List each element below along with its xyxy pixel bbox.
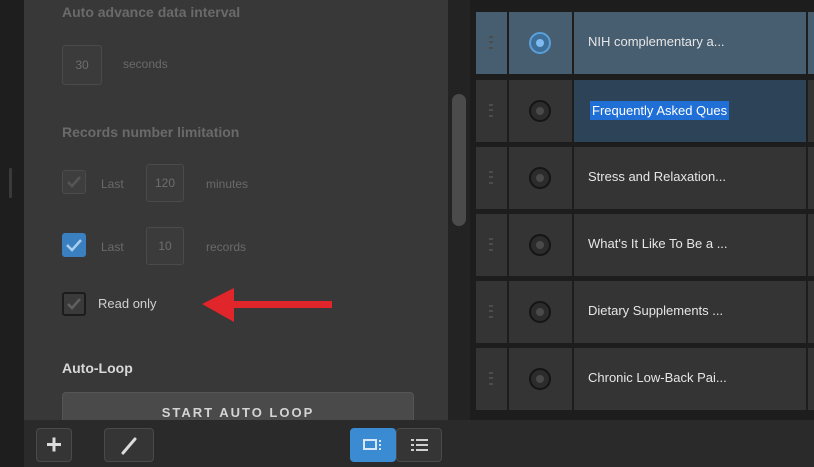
table-row[interactable]: Chronic Low-Back Pai... <box>470 348 814 410</box>
read-only-label: Read only <box>98 296 157 311</box>
radio-dot <box>536 174 544 182</box>
playlist-grid: NIH complementary a... Frequently Asked … <box>470 0 814 420</box>
last-minutes-checkbox[interactable] <box>62 170 86 194</box>
row-title-cell[interactable]: NIH complementary a... <box>574 12 806 74</box>
row-title: Chronic Low-Back Pai... <box>588 370 727 385</box>
row-title: NIH complementary a... <box>588 34 725 49</box>
row-title: Frequently Asked Ques <box>592 103 728 118</box>
radio-dot <box>536 375 544 383</box>
drag-handle[interactable] <box>476 147 507 209</box>
row-radio-cell[interactable] <box>509 281 572 343</box>
row-radio-cell[interactable] <box>509 12 572 74</box>
row-end-cell <box>808 281 814 343</box>
bottom-toolbar <box>24 420 814 467</box>
drag-handle[interactable] <box>476 281 507 343</box>
last-records-checkbox[interactable] <box>62 233 86 257</box>
drag-handle[interactable] <box>476 214 507 276</box>
table-row[interactable]: Dietary Supplements ... <box>470 281 814 343</box>
row-radio-cell[interactable] <box>509 214 572 276</box>
radio-dot <box>536 39 544 47</box>
grip-icon <box>489 305 493 318</box>
radio-dot <box>536 107 544 115</box>
drag-handle[interactable] <box>476 80 507 142</box>
scrollbar-thumb[interactable] <box>452 94 466 226</box>
interval-unit-label: seconds <box>123 57 168 71</box>
last-records-prefix: Last <box>101 240 124 254</box>
grip-icon <box>489 372 493 385</box>
drag-handle[interactable] <box>476 348 507 410</box>
table-row[interactable]: Frequently Asked Ques <box>470 80 814 142</box>
last-records-input[interactable]: 10 <box>146 227 184 265</box>
last-minutes-unit: minutes <box>206 177 249 191</box>
grid-view-button[interactable] <box>350 428 396 462</box>
row-radio-cell[interactable] <box>509 147 572 209</box>
grip-icon <box>489 171 493 184</box>
list-view-icon <box>411 439 428 451</box>
checkmark-icon <box>66 239 82 252</box>
read-only-checkbox[interactable] <box>62 292 86 316</box>
row-title-cell[interactable]: Dietary Supplements ... <box>574 281 806 343</box>
radio-icon[interactable] <box>529 100 551 122</box>
radio-selected-icon[interactable] <box>529 32 551 54</box>
grip-icon <box>489 238 493 251</box>
last-minutes-input[interactable]: 120 <box>146 164 184 202</box>
edit-button[interactable] <box>104 428 154 462</box>
interval-input[interactable]: 30 <box>62 45 102 85</box>
row-end-cell <box>808 348 814 410</box>
radio-dot <box>536 241 544 249</box>
plus-icon <box>47 437 61 452</box>
radio-icon[interactable] <box>529 368 551 390</box>
last-minutes-prefix: Last <box>101 177 124 191</box>
row-end-cell <box>808 214 814 276</box>
checkmark-icon <box>67 298 81 310</box>
row-title: What's It Like To Be a ... <box>588 236 728 251</box>
window-frame-left <box>0 0 24 467</box>
table-row[interactable]: NIH complementary a... <box>470 12 814 74</box>
records-limitation-label: Records number limitation <box>62 124 240 140</box>
auto-loop-label: Auto-Loop <box>62 360 133 376</box>
row-title: Dietary Supplements ... <box>588 303 724 318</box>
table-row[interactable]: Stress and Relaxation... <box>470 147 814 209</box>
row-title-cell-editing[interactable]: Frequently Asked Ques <box>574 80 806 142</box>
grid-view-icon <box>363 439 381 450</box>
list-view-button[interactable] <box>396 428 442 462</box>
settings-panel: Auto advance data interval 30 seconds Re… <box>24 0 448 420</box>
row-title-cell[interactable]: Chronic Low-Back Pai... <box>574 348 806 410</box>
row-end-cell <box>808 80 814 142</box>
radio-dot <box>536 308 544 316</box>
auto-advance-label: Auto advance data interval <box>62 4 241 20</box>
annotation-arrow-icon <box>202 288 332 322</box>
row-end-cell <box>808 147 814 209</box>
radio-icon[interactable] <box>529 301 551 323</box>
drag-handle[interactable] <box>476 12 507 74</box>
last-records-unit: records <box>206 240 247 254</box>
row-title-edit-field[interactable]: Frequently Asked Ques <box>590 101 730 120</box>
row-title-cell[interactable]: Stress and Relaxation... <box>574 147 806 209</box>
row-title: Stress and Relaxation... <box>588 169 727 184</box>
table-row[interactable]: What's It Like To Be a ... <box>470 214 814 276</box>
checkmark-icon <box>67 176 81 188</box>
row-radio-cell[interactable] <box>509 348 572 410</box>
grip-icon <box>489 104 493 117</box>
pencil-icon <box>121 437 137 455</box>
row-radio-cell[interactable] <box>509 80 572 142</box>
radio-icon[interactable] <box>529 234 551 256</box>
start-auto-loop-button[interactable]: START AUTO LOOP <box>62 392 414 420</box>
row-end-cell <box>808 12 814 74</box>
grip-icon <box>489 36 493 49</box>
row-title-cell[interactable]: What's It Like To Be a ... <box>574 214 806 276</box>
add-button[interactable] <box>36 428 72 462</box>
radio-icon[interactable] <box>529 167 551 189</box>
panel-resize-handle[interactable] <box>9 168 12 198</box>
